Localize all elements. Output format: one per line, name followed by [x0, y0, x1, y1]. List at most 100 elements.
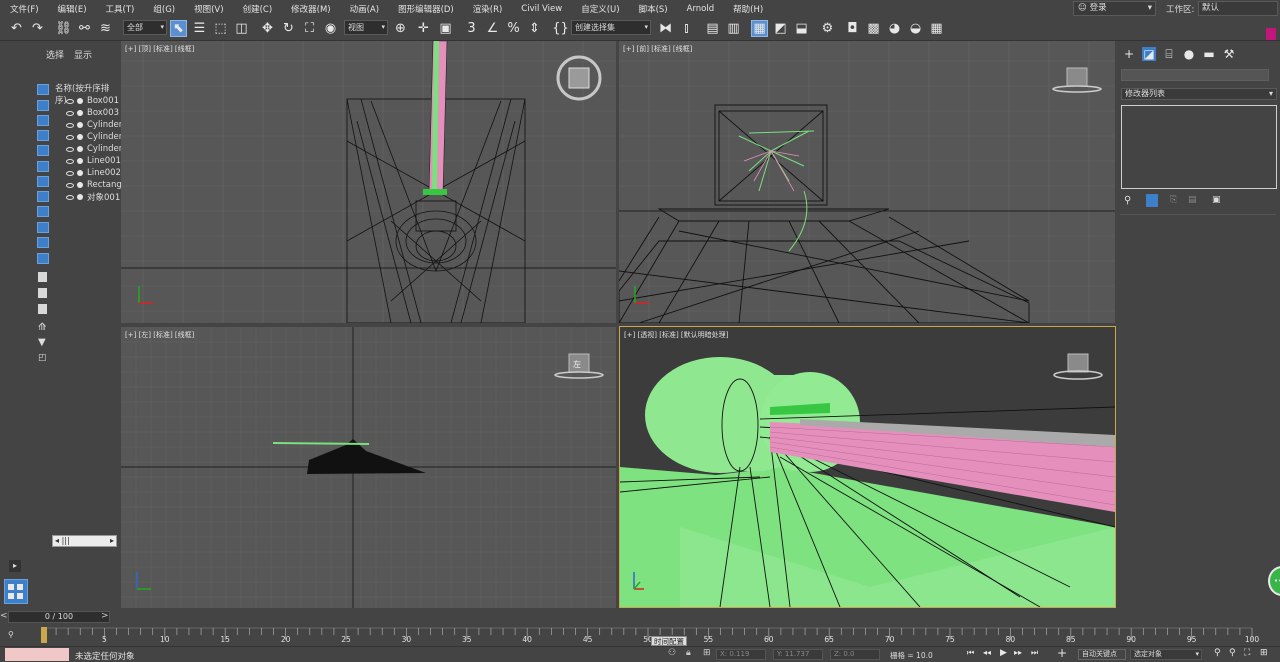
- viewport-front[interactable]: [+] [前] [标准] [线框]: [619, 41, 1115, 323]
- filter-xrefs-icon[interactable]: [37, 191, 49, 202]
- remove-modifier-icon[interactable]: ▤: [1188, 195, 1197, 205]
- object-color-swatch[interactable]: [1266, 28, 1276, 40]
- list-item[interactable]: Rectang: [66, 179, 122, 191]
- filter-hidden-icon[interactable]: [37, 253, 49, 264]
- render-cloud-icon[interactable]: ▦: [928, 20, 945, 37]
- render-activeshade-icon[interactable]: ◒: [907, 20, 924, 37]
- eye-icon[interactable]: [66, 122, 74, 128]
- rotate-icon[interactable]: ↻: [280, 20, 297, 37]
- show-end-result-icon[interactable]: [1146, 194, 1158, 207]
- list-item[interactable]: Cylinder: [66, 119, 122, 131]
- layer-explorer-button[interactable]: [4, 579, 28, 604]
- list-item[interactable]: Box003: [66, 107, 119, 119]
- horizontal-scrollbar[interactable]: ◂ ||| ▸: [52, 535, 117, 547]
- eye-icon[interactable]: [66, 98, 74, 104]
- redo-icon[interactable]: ↷: [29, 20, 46, 37]
- window-crossing-icon[interactable]: ◫: [233, 20, 250, 37]
- eye-icon[interactable]: [66, 110, 74, 116]
- object-name-field[interactable]: [1121, 69, 1269, 81]
- align-icon[interactable]: ⫾: [678, 20, 695, 37]
- eye-icon[interactable]: [66, 134, 74, 140]
- list-item[interactable]: Cylinder: [66, 143, 122, 155]
- menu-item[interactable]: 自定义(U): [571, 3, 628, 15]
- percent-snap-icon[interactable]: %: [505, 20, 522, 37]
- goto-start-icon[interactable]: ⏮: [967, 648, 974, 658]
- filter-geometry-icon[interactable]: [37, 84, 49, 95]
- menu-item[interactable]: 工具(T): [96, 3, 144, 15]
- time-slider[interactable]: [0, 608, 1280, 626]
- display-all-icon[interactable]: [38, 272, 47, 282]
- edit-named-sets-icon[interactable]: {}: [552, 20, 569, 37]
- viewport-top[interactable]: [+] [顶] [标准] [线框]: [121, 41, 616, 323]
- workspace-select[interactable]: 默认: [1198, 1, 1278, 16]
- options-icon[interactable]: ◰: [38, 353, 47, 363]
- eye-icon[interactable]: [66, 146, 74, 152]
- menu-item[interactable]: 图形编辑器(D): [388, 3, 463, 15]
- list-item[interactable]: Box001: [66, 95, 119, 107]
- goto-end-icon[interactable]: ⏭: [1031, 648, 1038, 658]
- render-production-icon[interactable]: ▩: [865, 20, 882, 37]
- prev-frame-icon[interactable]: <: [0, 611, 8, 621]
- select-by-name-icon[interactable]: ☰: [191, 20, 208, 37]
- material-editor-icon[interactable]: ⬓: [793, 20, 810, 37]
- display-tab-icon[interactable]: ▬: [1202, 47, 1216, 61]
- keyboard-shortcut-icon[interactable]: ▣: [437, 20, 454, 37]
- tab-display[interactable]: 显示: [74, 48, 92, 61]
- menu-item[interactable]: 视图(V): [184, 3, 232, 15]
- login-dropdown[interactable]: ☺ 登录 ▾: [1073, 1, 1156, 16]
- track-bar[interactable]: ⚲: [0, 626, 1280, 646]
- y-coordinate-field[interactable]: Y: 11.737: [773, 649, 823, 660]
- layer-explorer-icon[interactable]: ▤: [704, 20, 721, 37]
- filter-spacewarps-icon[interactable]: [37, 161, 49, 172]
- eye-icon[interactable]: [66, 170, 74, 176]
- schematic-view-icon[interactable]: ◩: [772, 20, 789, 37]
- menu-item[interactable]: 动画(A): [340, 3, 388, 15]
- modify-tab-icon[interactable]: ◪: [1142, 47, 1156, 61]
- eye-icon[interactable]: [66, 182, 74, 188]
- selected-filter-select[interactable]: 选定对象 ▾: [1130, 649, 1202, 660]
- pin-stack-icon[interactable]: ⚲: [1124, 195, 1131, 206]
- time-slider-thumb[interactable]: 0 / 100: [8, 611, 110, 623]
- explorer-expand-icon[interactable]: ▸: [9, 560, 21, 572]
- menu-item[interactable]: Civil View: [511, 4, 571, 14]
- zoom-extents-icon[interactable]: ⛶: [1244, 648, 1250, 658]
- find-icon[interactable]: ⟰: [38, 322, 46, 333]
- display-none-icon[interactable]: [38, 288, 47, 298]
- modifier-stack[interactable]: [1121, 105, 1277, 189]
- filters-icon[interactable]: ⚲: [8, 630, 14, 639]
- link-icon[interactable]: ⛓: [55, 20, 72, 37]
- undo-icon[interactable]: ↶: [8, 20, 25, 37]
- viewport-label[interactable]: [+] [前] [标准] [线框]: [623, 44, 692, 54]
- filter-lights-icon[interactable]: [37, 115, 49, 126]
- list-item[interactable]: Cylinder: [66, 131, 122, 143]
- ribbon-icon[interactable]: ▥: [725, 20, 742, 37]
- menu-item[interactable]: 文件(F): [0, 3, 48, 15]
- configure-modifier-sets-icon[interactable]: ▣: [1212, 195, 1221, 205]
- list-item[interactable]: 对象001: [66, 191, 120, 203]
- rect-selection-icon[interactable]: ⬚: [212, 20, 229, 37]
- eye-icon[interactable]: [66, 158, 74, 164]
- zoom-all-icon[interactable]: ⚲: [1229, 648, 1236, 658]
- place-icon[interactable]: ◉: [322, 20, 339, 37]
- isolate-icon[interactable]: ⚇: [668, 648, 676, 658]
- display-invert-icon[interactable]: [38, 304, 47, 314]
- select-manipulate-icon[interactable]: ✛: [415, 20, 432, 37]
- filter-helpers-icon[interactable]: [37, 145, 49, 156]
- viewport-label[interactable]: [+] [透视] [标准] [默认明暗处理]: [624, 330, 728, 340]
- prev-key-icon[interactable]: ◂◂: [983, 648, 991, 657]
- selection-filter-select[interactable]: 全部 ▾: [123, 20, 167, 35]
- unlink-icon[interactable]: ⚯: [76, 20, 93, 37]
- make-unique-icon[interactable]: ⎘: [1170, 195, 1177, 205]
- angle-snap-icon[interactable]: ∠: [484, 20, 501, 37]
- spinner-snap-icon[interactable]: ⇕: [526, 20, 543, 37]
- render-setup-icon[interactable]: ⚙: [819, 20, 836, 37]
- menu-item[interactable]: Arnold: [677, 4, 724, 14]
- menu-item[interactable]: 组(G): [143, 3, 184, 15]
- list-item[interactable]: Line002: [66, 167, 121, 179]
- snaps-toggle-icon[interactable]: 3: [463, 20, 480, 37]
- create-tab-icon[interactable]: +: [1122, 47, 1136, 61]
- menu-item[interactable]: 编辑(E): [48, 3, 96, 15]
- viewport-label[interactable]: [+] [顶] [标准] [线框]: [125, 44, 194, 54]
- bind-spacewarp-icon[interactable]: ≋: [97, 20, 114, 37]
- filter-containers-icon[interactable]: [37, 222, 49, 233]
